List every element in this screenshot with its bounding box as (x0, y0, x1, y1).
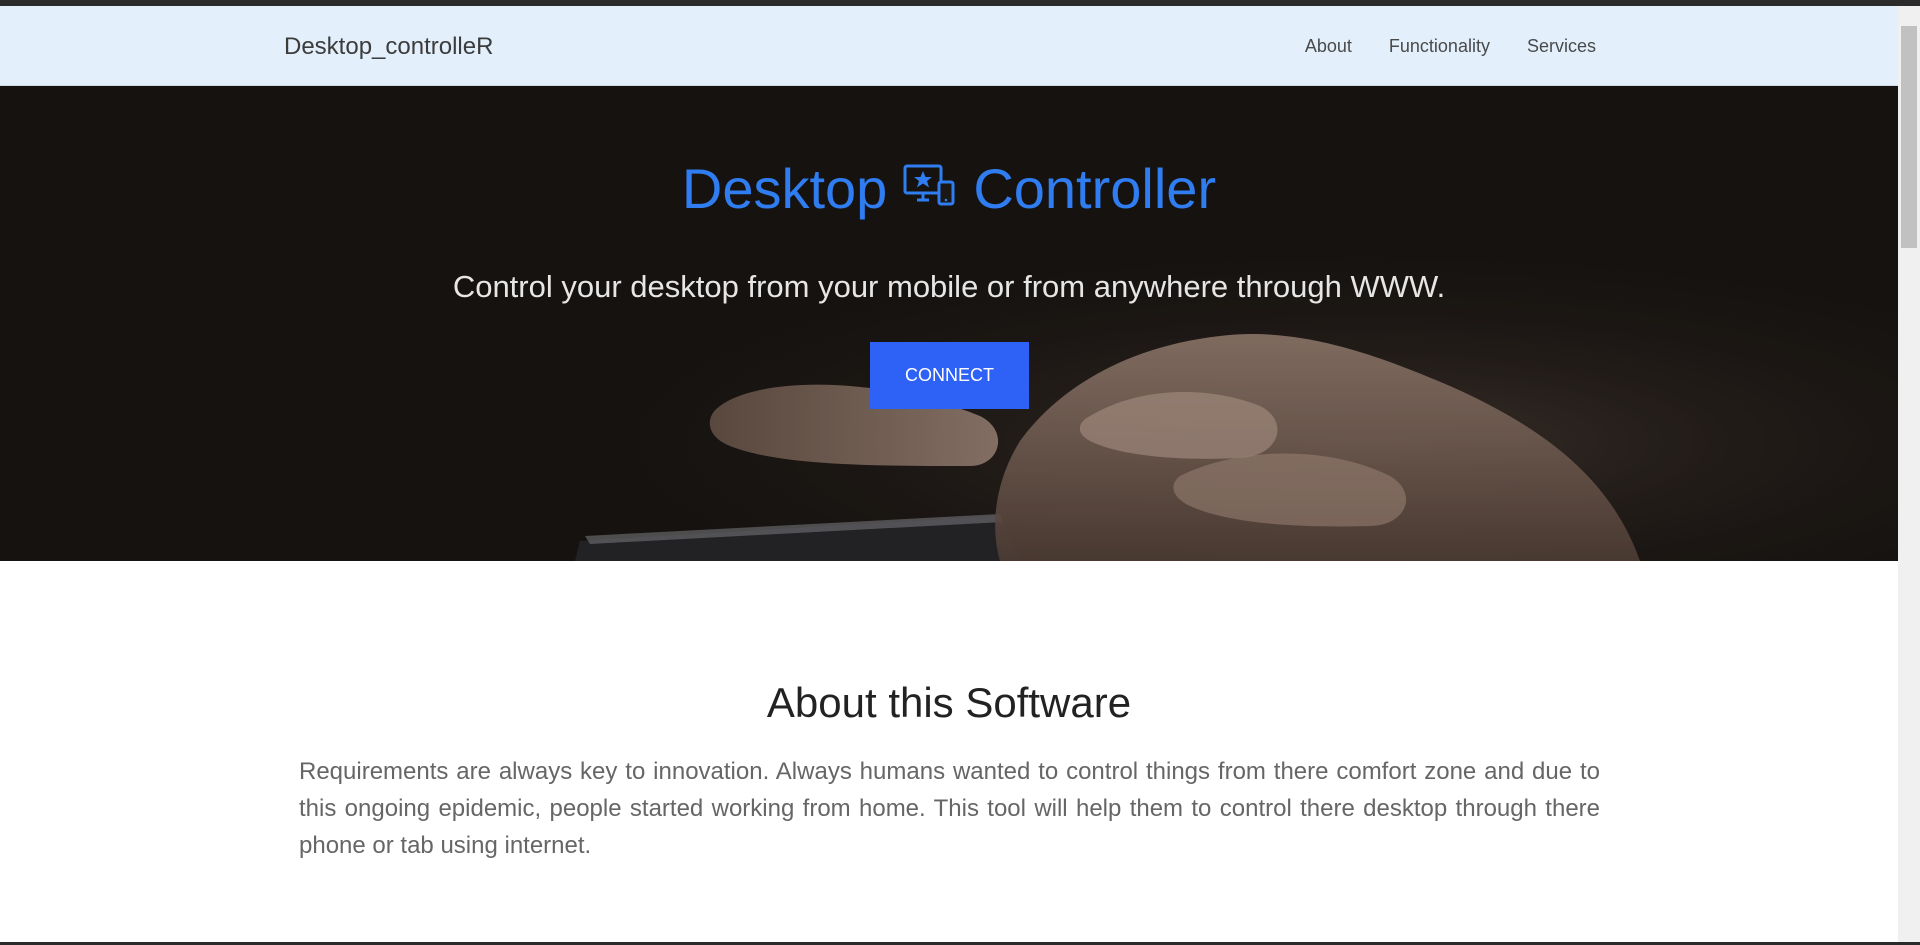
nav-link-functionality[interactable]: Functionality (1389, 36, 1490, 57)
nav-link-about[interactable]: About (1305, 36, 1352, 57)
window-top-edge (0, 0, 1920, 6)
hero-title-right: Controller (973, 157, 1217, 220)
page-viewport: Desktop_controlleR About Functionality S… (0, 0, 1898, 945)
about-section: About this Software Requirements are alw… (0, 561, 1898, 945)
desktop-mobile-icon (903, 162, 957, 216)
nav-link-services[interactable]: Services (1527, 36, 1596, 57)
nav-links: About Functionality Services (1305, 36, 1596, 57)
brand-link[interactable]: Desktop_controlleR (284, 33, 493, 61)
connect-button[interactable]: CONNECT (870, 342, 1029, 409)
hero-section: Desktop Controller Control your desktop … (0, 86, 1898, 561)
page-scrollbar[interactable] (1898, 6, 1920, 942)
hero-title: Desktop Controller (0, 156, 1898, 221)
navbar: Desktop_controlleR About Functionality S… (0, 6, 1898, 86)
hero-subtitle: Control your desktop from your mobile or… (452, 269, 1446, 304)
about-text: Requirements are always key to innovatio… (299, 758, 1600, 859)
hero-title-left: Desktop (681, 157, 888, 220)
scrollbar-thumb[interactable] (1901, 26, 1917, 248)
about-title: About this Software (766, 679, 1132, 726)
